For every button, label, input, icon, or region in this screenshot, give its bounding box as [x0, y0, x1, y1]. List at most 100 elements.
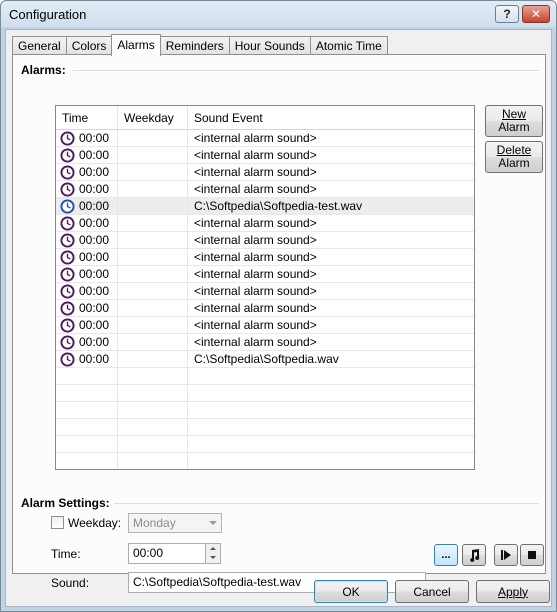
alarm-row[interactable]: 00:00 <internal alarm sound> — [56, 317, 474, 334]
alarm-clock-icon — [60, 181, 75, 197]
tab-general[interactable]: General — [12, 36, 67, 55]
alarm-sound-cell: C:\Softpedia\Softpedia-test.wav — [194, 199, 363, 213]
ok-button[interactable]: OK — [314, 580, 388, 603]
alarm-weekday-cell — [118, 164, 188, 180]
column-header-time[interactable]: Time — [56, 106, 118, 129]
alarm-time-text: 00:00 — [79, 267, 110, 281]
spin-up-icon[interactable] — [206, 544, 220, 553]
alarm-clock-icon — [60, 334, 75, 350]
alarm-time-text: 00:00 — [79, 301, 110, 315]
configuration-window: Configuration ? ✕ General Colors Alarms … — [0, 0, 557, 612]
empty-cell — [56, 402, 118, 418]
browse-sound-button[interactable]: ... — [434, 544, 458, 566]
alarms-group-label: Alarms: — [21, 63, 70, 77]
alarm-row[interactable]: 00:00 C:\Softpedia\Softpedia.wav — [56, 351, 474, 368]
alarm-weekday-cell — [118, 215, 188, 231]
alarm-row[interactable]: 00:00 <internal alarm sound> — [56, 130, 474, 147]
alarm-row[interactable]: 00:00 <internal alarm sound> — [56, 147, 474, 164]
empty-row — [56, 385, 474, 402]
empty-cell — [188, 368, 474, 384]
empty-cell — [118, 436, 188, 452]
alarm-weekday-cell — [118, 198, 188, 214]
alarm-clock-icon — [60, 283, 75, 299]
empty-cell — [118, 368, 188, 384]
alarm-weekday-cell — [118, 181, 188, 197]
tab-reminders[interactable]: Reminders — [159, 36, 230, 55]
alarms-list-header: Time Weekday Sound Event — [56, 106, 474, 130]
alarm-sound-cell: <internal alarm sound> — [194, 131, 317, 145]
alarm-time-cell: 00:00 — [56, 317, 118, 333]
alarm-clock-icon — [60, 300, 75, 316]
time-spinner[interactable] — [205, 543, 221, 564]
alarm-row[interactable]: 00:00 <internal alarm sound> — [56, 249, 474, 266]
weekday-label: Weekday: — [68, 516, 122, 530]
alarm-time-text: 00:00 — [79, 216, 110, 230]
stop-button[interactable] — [520, 544, 544, 566]
alarms-list-body: 00:00 <internal alarm sound> 00:00 <interna… — [56, 130, 474, 469]
empty-cell — [56, 385, 118, 401]
alarm-time-cell: 00:00 — [56, 147, 118, 163]
alarm-row[interactable]: 00:00 <internal alarm sound> — [56, 334, 474, 351]
alarm-weekday-cell — [118, 334, 188, 350]
music-note-icon — [470, 549, 480, 562]
tab-hour-sounds[interactable]: Hour Sounds — [228, 36, 311, 55]
alarm-sound-cell: <internal alarm sound> — [194, 250, 317, 264]
alarm-sound-cell: <internal alarm sound> — [194, 301, 317, 315]
title-bar[interactable]: Configuration ? ✕ — [1, 1, 556, 28]
help-button[interactable]: ? — [495, 5, 519, 23]
delete-alarm-label-line2: Alarm — [498, 156, 530, 170]
alarm-sound-cell: <internal alarm sound> — [194, 148, 317, 162]
column-header-weekday[interactable]: Weekday — [118, 106, 188, 129]
alarms-list[interactable]: Time Weekday Sound Event 00:00 <internal … — [55, 105, 475, 470]
alarm-row[interactable]: 00:00 <internal alarm sound> — [56, 232, 474, 249]
empty-cell — [118, 453, 188, 469]
close-button[interactable]: ✕ — [522, 5, 550, 23]
tab-colors[interactable]: Colors — [65, 36, 113, 55]
apply-button[interactable]: Apply — [476, 580, 550, 603]
alarm-sound-cell: <internal alarm sound> — [194, 165, 317, 179]
alarm-row[interactable]: 00:00 <internal alarm sound> — [56, 215, 474, 232]
new-alarm-button[interactable]: New Alarm — [485, 105, 543, 137]
alarm-clock-icon — [60, 164, 75, 180]
alarm-clock-icon — [60, 215, 75, 231]
empty-cell — [56, 368, 118, 384]
alarm-row[interactable]: 00:00 C:\Softpedia\Softpedia-test.wav — [56, 198, 474, 215]
alarm-row[interactable]: 00:00 <internal alarm sound> — [56, 181, 474, 198]
alarm-sound-cell: C:\Softpedia\Softpedia.wav — [194, 352, 339, 366]
empty-cell — [118, 385, 188, 401]
alarm-row[interactable]: 00:00 <internal alarm sound> — [56, 300, 474, 317]
alarm-row[interactable]: 00:00 <internal alarm sound> — [56, 164, 474, 181]
alarm-time-cell: 00:00 — [56, 232, 118, 248]
weekday-checkbox[interactable] — [51, 516, 64, 529]
alarm-sound-cell: <internal alarm sound> — [194, 267, 317, 281]
weekday-select[interactable]: Monday — [128, 513, 222, 533]
alarm-clock-icon — [60, 198, 75, 214]
stop-icon — [528, 551, 536, 559]
play-button[interactable] — [494, 544, 518, 566]
column-header-sound-event[interactable]: Sound Event — [188, 106, 474, 129]
tab-alarms[interactable]: Alarms — [111, 34, 161, 56]
spin-down-icon[interactable] — [206, 553, 220, 562]
alarm-clock-icon — [60, 351, 75, 367]
empty-cell — [188, 419, 474, 435]
alarm-row[interactable]: 00:00 <internal alarm sound> — [56, 283, 474, 300]
alarm-weekday-cell — [118, 232, 188, 248]
alarm-clock-icon — [60, 232, 75, 248]
alarm-weekday-cell — [118, 130, 188, 146]
cancel-button[interactable]: Cancel — [395, 580, 469, 603]
alarm-sound-cell: <internal alarm sound> — [194, 182, 317, 196]
ellipsis-icon: ... — [441, 549, 451, 561]
alarm-time-cell: 00:00 — [56, 181, 118, 197]
alarm-time-cell: 00:00 — [56, 249, 118, 265]
alarm-time-text: 00:00 — [79, 233, 110, 247]
alarm-time-cell: 00:00 — [56, 334, 118, 350]
time-field[interactable]: 00:00 — [128, 543, 207, 564]
empty-cell — [188, 402, 474, 418]
tab-atomic-time[interactable]: Atomic Time — [309, 36, 388, 55]
default-sound-button[interactable] — [462, 544, 486, 566]
alarm-weekday-cell — [118, 283, 188, 299]
alarm-row[interactable]: 00:00 <internal alarm sound> — [56, 266, 474, 283]
alarm-clock-icon — [60, 266, 75, 282]
delete-alarm-button[interactable]: Delete Alarm — [485, 141, 543, 173]
empty-cell — [188, 436, 474, 452]
